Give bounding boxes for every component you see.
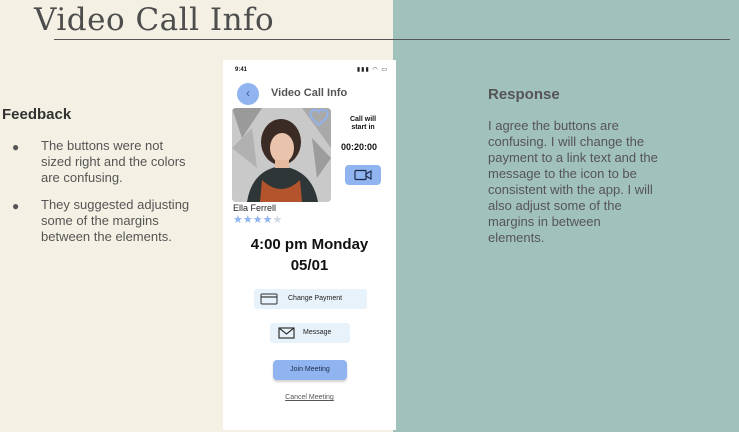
rating-stars: ★★★★★: [233, 213, 282, 226]
cancel-meeting-link[interactable]: Cancel Meeting: [223, 394, 396, 401]
star-icon: ★: [233, 214, 243, 226]
change-payment-button[interactable]: Change Payment: [254, 289, 367, 309]
bullet-icon: ●: [12, 199, 20, 213]
screen-title: Video Call Info: [271, 87, 348, 99]
envelope-icon: [278, 327, 295, 339]
star-icon: ★: [262, 214, 273, 226]
phone-mockup: 9:41 ▮▮▮ ◠ ▭ ‹ Video Call Info Call will…: [223, 60, 396, 430]
message-button[interactable]: Message: [270, 323, 350, 343]
bullet-icon: ●: [12, 140, 20, 154]
feedback-list: ● The buttons were not sized right and th…: [12, 138, 197, 256]
call-start-label: Call will start in: [349, 116, 377, 131]
credit-card-icon: [260, 293, 278, 305]
change-payment-label: Change Payment: [288, 295, 343, 302]
person-name: Ella Ferrell: [233, 203, 277, 213]
title-divider: [54, 39, 730, 40]
join-meeting-button[interactable]: Join Meeting: [273, 360, 347, 380]
feedback-item: ● They suggested adjusting some of the ma…: [12, 197, 197, 245]
response-heading: Response: [488, 86, 560, 103]
feedback-item-text: The buttons were not sized right and the…: [41, 138, 186, 185]
feedback-heading: Feedback: [2, 106, 72, 123]
call-timer: 00:20:00: [341, 142, 378, 152]
star-icon: ★: [252, 214, 263, 226]
response-text: I agree the buttons are confusing. I wil…: [488, 118, 658, 245]
star-icon: ★: [272, 214, 283, 226]
back-arrow-icon: ‹: [246, 86, 250, 100]
star-icon: ★: [242, 214, 253, 226]
heart-icon[interactable]: [309, 109, 329, 127]
status-time: 9:41: [235, 67, 248, 73]
meeting-time: 4:00 pm Monday: [250, 236, 369, 253]
video-camera-icon: [354, 169, 372, 181]
feedback-item-text: They suggested adjusting some of the mar…: [41, 197, 190, 244]
slide-title: Video Call Info: [34, 2, 275, 38]
status-bar-icons: ▮▮▮ ◠ ▭: [356, 67, 388, 73]
meeting-date: 05/01: [290, 257, 329, 274]
message-label: Message: [303, 329, 332, 336]
meeting-datetime: 4:00 pm Monday 05/01: [223, 234, 396, 276]
feedback-item: ● The buttons were not sized right and th…: [12, 138, 197, 186]
video-call-button[interactable]: [345, 165, 381, 185]
back-button[interactable]: ‹: [237, 83, 259, 105]
